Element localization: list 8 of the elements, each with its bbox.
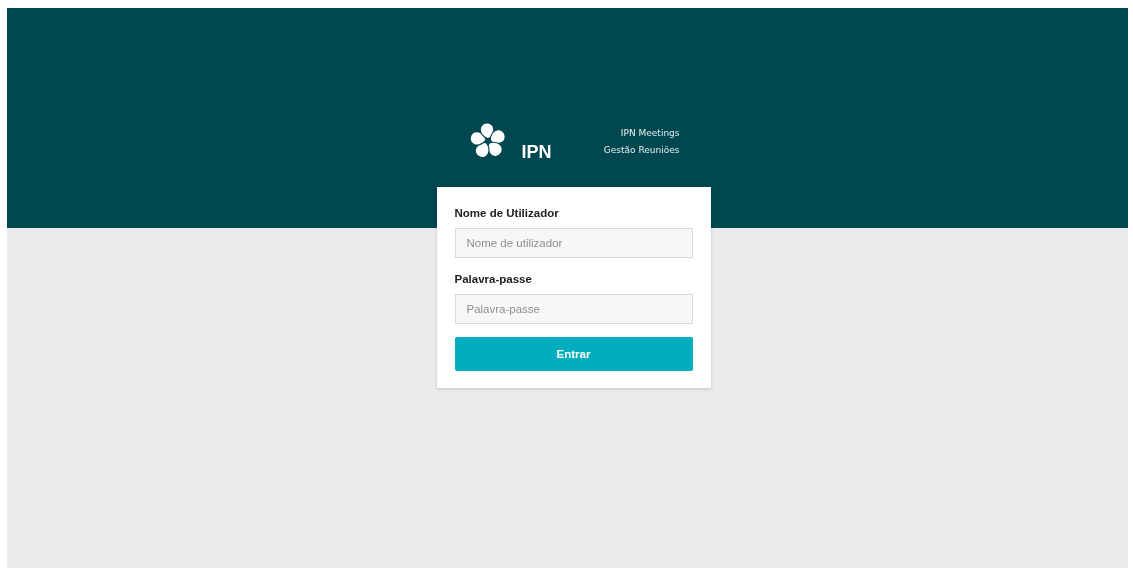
input-field[interactable]: Nome de utilizador bbox=[454, 228, 693, 258]
app-subtitle: Gestão Reuniões bbox=[603, 144, 680, 155]
app-name: IPN Meetings bbox=[620, 127, 680, 138]
logo-text: IPN bbox=[521, 144, 552, 160]
field-label: Palavra-passe bbox=[454, 273, 533, 285]
login-button[interactable]: Entrar bbox=[454, 337, 693, 371]
field-label: Nome de Utilizador bbox=[454, 207, 560, 219]
input-field[interactable]: Palavra-passe bbox=[454, 294, 693, 324]
